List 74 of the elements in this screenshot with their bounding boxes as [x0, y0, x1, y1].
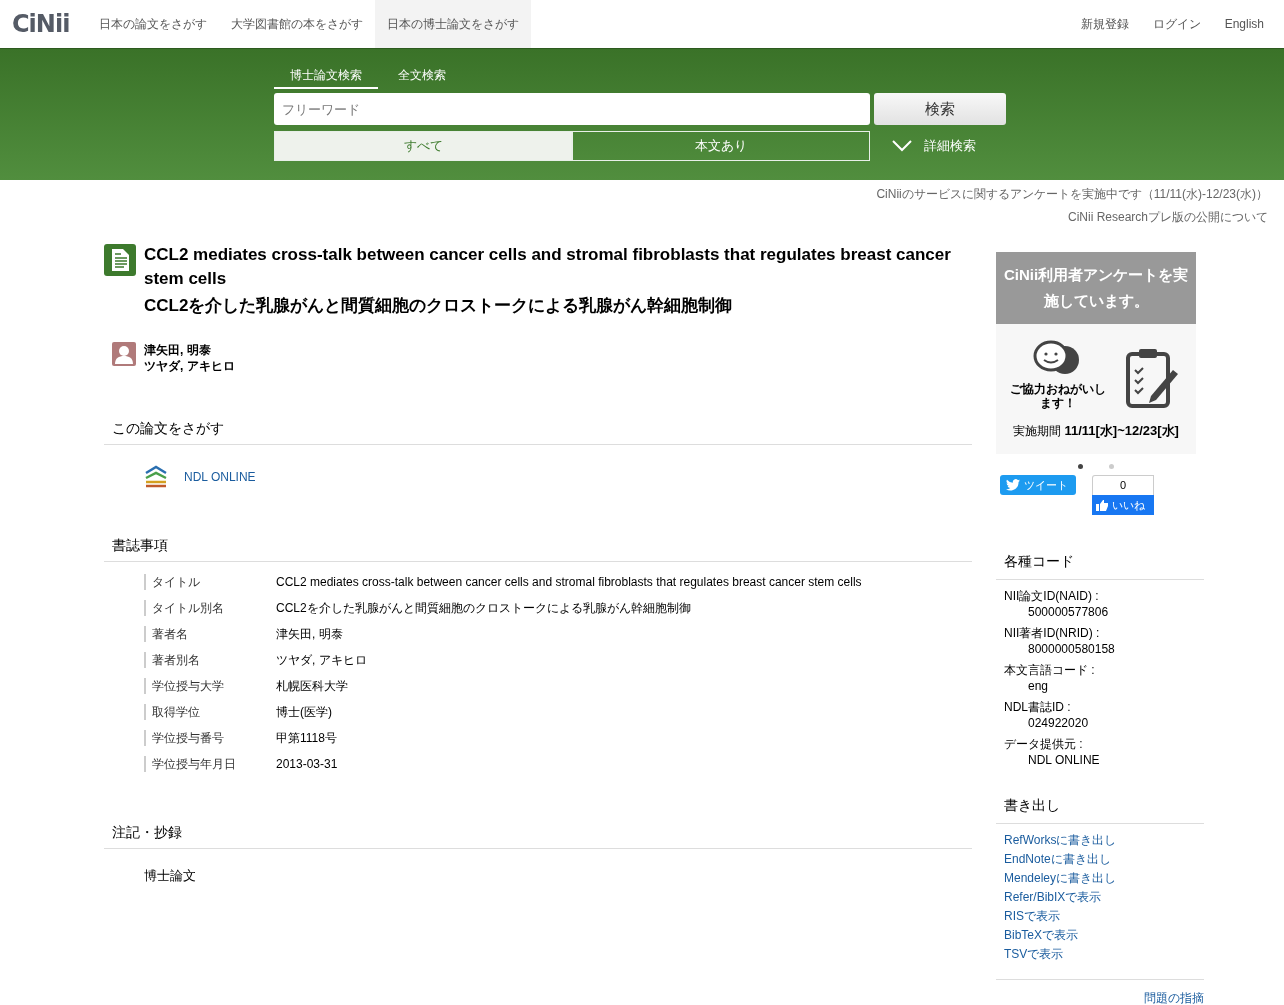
field-label: 著者名 — [144, 626, 276, 642]
note-text: 博士論文 — [143, 867, 197, 885]
export-link[interactable]: Mendeleyに書き出し — [1004, 870, 1204, 887]
search-tab[interactable]: 博士論文検索 — [274, 65, 378, 89]
field-label: 学位授与年月日 — [144, 756, 276, 772]
like-button[interactable]: いいね — [1092, 495, 1154, 515]
field-value: CCL2を介した乳腺がんと間質細胞のクロストークによる乳腺がん幹細胞制御 — [276, 600, 691, 616]
section-heading: 書き出し — [996, 789, 1204, 824]
thumbs-up-icon — [1096, 499, 1108, 511]
field-label: 学位授与番号 — [144, 730, 276, 746]
code-value: NDL ONLINE — [1027, 753, 1101, 767]
section-heading: 各種コード — [996, 545, 1204, 580]
code-value: 024922020 — [1027, 716, 1090, 730]
field-value: 2013-03-31 — [276, 756, 338, 772]
chevron-down-icon — [892, 140, 912, 152]
header-link[interactable]: ログイン — [1140, 0, 1213, 48]
code-value: 8000000580158 — [1027, 642, 1116, 656]
search-field[interactable]: フリーワード — [274, 93, 870, 125]
code-label: NII論文ID(NAID) : — [1004, 588, 1100, 605]
field-label: 著者別名 — [144, 652, 276, 668]
survey-period: 実施期間 11/11[水]~12/23[水] — [1012, 422, 1180, 440]
export-link[interactable]: RefWorksに書き出し — [1004, 832, 1204, 849]
author-kana: ツヤダ, アキヒロ — [144, 358, 235, 374]
export-link[interactable]: BibTeXで表示 — [1004, 927, 1204, 944]
field-value: CCL2 mediates cross-talk between cancer cells and stromal fibroblasts that regulates breast cancer stem cells — [276, 574, 862, 590]
nav-tab[interactable]: 日本の論文をさがす — [87, 0, 220, 48]
report-problem-link[interactable]: 問題の指摘 — [1144, 991, 1204, 1005]
field-value: 甲第1118号 — [276, 730, 337, 746]
banner-headline: CiNii利用者アンケートを実施しています。 — [996, 252, 1196, 324]
notice-link[interactable]: CiNii Researchプレ版の公開について — [1067, 209, 1268, 226]
field-label: タイトル別名 — [144, 600, 276, 616]
header-link[interactable]: English — [1212, 0, 1284, 48]
export-link[interactable]: TSVで表示 — [1004, 946, 1204, 963]
notice-link[interactable]: CiNiiのサービスに関するアンケートを実施中です（11/11(水)-12/23(水)） — [876, 186, 1268, 203]
ndl-online-link[interactable]: NDL ONLINE — [184, 470, 256, 484]
header-link[interactable]: 新規登録 — [1068, 0, 1141, 48]
field-value: ツヤダ, アキヒロ — [276, 652, 367, 668]
bird-icon — [1006, 479, 1020, 491]
survey-banner[interactable]: CiNii利用者アンケートを実施しています。 ご協力おねがいします！ 実施期間 11/11[水]~12/23[水] — [996, 252, 1196, 454]
code-value: eng — [1027, 679, 1050, 693]
field-label: 取得学位 — [144, 704, 276, 720]
banner-caption: ご協力おねがいします！ — [1009, 382, 1106, 410]
article-title-alt: CCL2を介した乳腺がんと間質細胞のクロストークによる乳腺がん幹細胞制御 — [144, 295, 734, 317]
field-value: 札幌医科大学 — [276, 678, 348, 694]
search-button[interactable]: 検索 — [874, 93, 1006, 125]
code-label: NII著者ID(NRID) : — [1004, 625, 1101, 642]
author-name[interactable]: 津矢田, 明泰 — [144, 342, 235, 358]
nav-tab[interactable]: 大学図書館の本をさがす — [219, 0, 376, 48]
cinii-logo[interactable]: CiNii — [0, 0, 88, 48]
export-link[interactable]: Refer/BibIXで表示 — [1004, 889, 1204, 906]
section-heading: 注記・抄録 — [104, 816, 972, 849]
filter-toggle[interactable]: すべて — [274, 131, 572, 161]
carousel-dot[interactable] — [1109, 464, 1114, 469]
code-label: 本文言語コード : — [1004, 662, 1096, 679]
code-label: データ提供元 : — [1004, 736, 1084, 753]
filter-toggle[interactable]: 本文あり — [572, 131, 870, 161]
section-heading: この論文をさがす — [104, 412, 972, 445]
nav-tab[interactable]: 日本の博士論文をさがす — [375, 0, 532, 48]
carousel-dot[interactable] — [1078, 464, 1083, 469]
advanced-search-link[interactable]: 詳細検索 — [924, 137, 976, 155]
field-value: 津矢田, 明泰 — [276, 626, 343, 642]
avatar-icon — [112, 342, 136, 366]
field-label: 学位授与大学 — [144, 678, 276, 694]
field-value: 博士(医学) — [276, 704, 332, 720]
export-link[interactable]: RISで表示 — [1004, 908, 1204, 925]
document-icon — [104, 244, 136, 276]
article-title: CCL2 mediates cross-talk between cancer cells and stromal fibroblasts that regulates breast cancer stem cells — [144, 244, 952, 290]
section-heading: 書誌事項 — [104, 529, 972, 562]
code-value: 500000577806 — [1027, 605, 1110, 619]
export-link[interactable]: EndNoteに書き出し — [1004, 851, 1204, 868]
code-label: NDL書誌ID : — [1004, 699, 1072, 716]
search-tab[interactable]: 全文検索 — [382, 65, 462, 89]
field-label: タイトル — [144, 574, 276, 590]
ndl-logo-icon — [144, 465, 168, 489]
